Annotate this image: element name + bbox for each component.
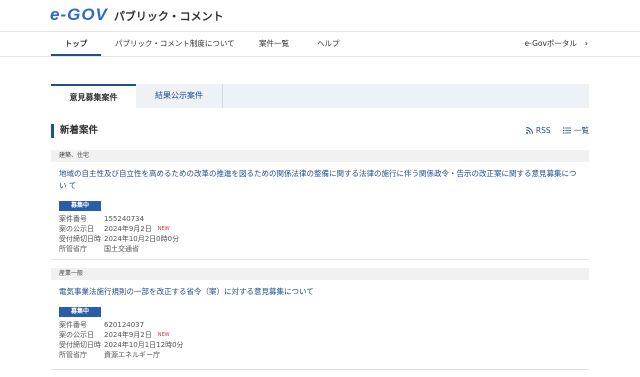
meta-label: 案件番号: [59, 321, 87, 329]
list-link[interactable]: 一覧: [553, 126, 589, 135]
site-header: e-GOV パブリック・コメント: [0, 0, 640, 30]
meta-value: 2024年9月2日: [104, 225, 152, 233]
meta-row: 所管省庁 国土交通省: [59, 244, 589, 254]
meta-label: 案件番号: [59, 215, 87, 223]
status-badge: 募集中: [59, 201, 101, 211]
case-meta: 案件番号 620124037 案の公示日 2024年9月2日 NEW 受付締切日時 20…: [59, 320, 589, 360]
meta-value: 2024年10月2日0時0分: [104, 235, 180, 243]
meta-row: 所管省庁 資源エネルギー庁: [59, 350, 589, 360]
meta-label: 案の公示日: [59, 225, 94, 233]
meta-row: 案件番号 155240734: [59, 214, 589, 224]
meta-label: 案の公示日: [59, 331, 94, 339]
egov-portal-link[interactable]: e-Govポータル ›: [524, 32, 588, 56]
section-links: RSS 一覧: [525, 124, 589, 138]
case-title-link[interactable]: 電気事業法施行規則の一部を改正する省令（案）に対する意見募集について: [59, 286, 581, 298]
list-label: 一覧: [574, 126, 589, 135]
meta-value: 155240734: [104, 215, 145, 223]
nav-item-top[interactable]: トップ: [51, 32, 101, 56]
meta-value: 2024年10月1日12時0分: [104, 341, 184, 349]
global-nav: トップ パブリック・コメント制度について 案件一覧 ヘルプ e-Govポータル ›: [0, 31, 640, 57]
status-badge: 募集中: [59, 307, 101, 317]
case-card: 産業一般 電気事業法施行規則の一部を改正する省令（案）に対する意見募集について …: [51, 268, 589, 360]
meta-label: 所管省庁: [59, 245, 87, 253]
card-divider: [51, 259, 589, 260]
meta-value: 資源エネルギー庁: [104, 351, 160, 359]
new-badge: NEW: [157, 226, 170, 232]
nav-item-help[interactable]: ヘルプ: [317, 32, 340, 56]
tab-opinion-cases[interactable]: 意見募集案件: [51, 84, 136, 108]
site-logo[interactable]: e-GOV パブリック・コメント: [50, 5, 224, 25]
rss-link[interactable]: RSS: [525, 126, 553, 135]
rss-label: RSS: [535, 126, 551, 135]
meta-value: 620124037: [104, 321, 145, 329]
meta-value: 2024年9月2日: [104, 331, 152, 339]
nav-item-system[interactable]: パブリック・コメント制度について: [115, 32, 235, 56]
meta-row: 案の公示日 2024年9月2日 NEW: [59, 224, 589, 234]
new-badge: NEW: [157, 332, 170, 338]
case-meta: 案件番号 155240734 案の公示日 2024年9月2日 NEW 受付締切日時 20…: [59, 214, 589, 254]
tab-result-cases[interactable]: 結果公示案件: [136, 84, 223, 108]
nav-item-case-list[interactable]: 案件一覧: [259, 32, 289, 56]
case-card: 建築、住宅 地域の自主性及び自立性を高めるための改革の推進を図るための関係法律の…: [51, 150, 589, 254]
meta-row: 受付締切日時 2024年10月1日12時0分: [59, 340, 589, 350]
site-title: パブリック・コメント: [113, 10, 224, 23]
meta-row: 案件番号 620124037: [59, 320, 589, 330]
meta-value: 国土交通省: [104, 245, 139, 253]
card-divider: [51, 369, 589, 370]
case-category: 産業一般: [51, 268, 589, 280]
meta-label: 受付締切日時: [59, 341, 101, 349]
chevron-right-icon: ›: [584, 39, 588, 48]
section-header: 新着案件 RSS 一覧: [51, 124, 589, 138]
meta-row: 案の公示日 2024年9月2日 NEW: [59, 330, 589, 340]
case-tabs: 意見募集案件 結果公示案件: [51, 84, 589, 108]
egov-portal-label: e-Govポータル: [524, 39, 577, 48]
meta-label: 受付締切日時: [59, 235, 101, 243]
rss-icon: [525, 127, 533, 134]
case-title-link[interactable]: 地域の自主性及び自立性を高めるための改革の推進を図るための関係法律の整備に関する…: [59, 168, 581, 192]
meta-row: 受付締切日時 2024年10月2日0時0分: [59, 234, 589, 244]
section-accent-bar: [51, 124, 54, 138]
section-title: 新着案件: [60, 125, 99, 136]
meta-label: 所管省庁: [59, 351, 87, 359]
list-icon: [563, 127, 571, 134]
egov-logo-text: e-GOV: [50, 5, 108, 24]
case-category: 建築、住宅: [51, 150, 589, 162]
